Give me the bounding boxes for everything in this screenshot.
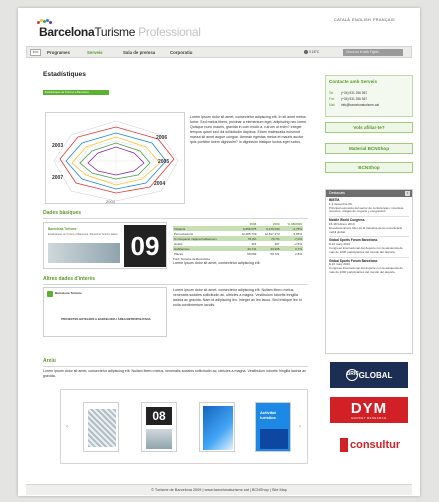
archive-thumb-number: 08 [146,407,172,425]
dym-logo-text: DYM [350,399,388,417]
contact-title: Contacte amb Serveis [329,79,377,84]
afiliar-button[interactable]: Vols afiliar-te? [325,122,413,133]
archive-item-1[interactable] [83,402,119,452]
table-cell: 2,8% [280,251,303,256]
news-item-text: Congreso internacional del deporte con l… [329,266,403,274]
home-button[interactable]: Inici [30,49,41,56]
section-dades-title: Dades bàsiques [43,210,82,216]
news-item-text: El esdeveniment líder de la industria de… [329,225,403,234]
dades-thumb-image [48,243,120,263]
chart-label-right-1: 2006 [156,135,167,141]
divider [43,366,308,367]
brand-mark-icon [47,291,53,297]
category-tag[interactable]: Estadístiques de Turisme a Barcelona [43,90,109,95]
logo-text-bold: Barcelona [39,25,95,39]
news-item-text: Principal exposició del sector de confer… [329,205,405,214]
material-bcnshop-button[interactable]: Material BCNShop [325,143,413,154]
gallery-next-arrow[interactable]: › [299,424,301,430]
consultur-mark-icon [340,438,348,452]
news-item[interactable]: BIBTM. 1-3 desembre 09. Principal exposi… [326,197,412,218]
table-cell: Places [173,251,235,256]
altres-thumb-heading: PROJECTES HOTELERS A BARCELONA I ÀREA ME… [61,317,151,321]
archive-gallery: ‹ › 08 Activitat turística [60,389,308,464]
dades-thumb-number: 09 [124,225,166,267]
news-title: Destacats [329,191,345,195]
section-arxiu-title: Arxiu [43,358,56,364]
news-item[interactable]: Global Sports Forum Barcelona. 8-10 març… [326,237,412,258]
chart-label-right-2: 2005 [158,159,169,165]
nav-serveis[interactable]: Serveis [87,50,103,55]
arxiu-paragraph: Lorem ipsum dolor sit amet, consectetur … [43,369,307,378]
table-cell: 59.721 [257,251,281,256]
archive-cover-image [146,429,172,449]
dym-banner[interactable]: DYM MARKET RESEARCH [330,397,408,423]
consultur-banner[interactable]: consultur [330,432,408,458]
dym-subtitle: MARKET RESEARCH [351,415,387,420]
bcnshop-button[interactable]: BCNShop [325,162,413,173]
dades-table: 2008 2009 % 08/2009 Visitants 6.659.075 6.… [173,221,303,261]
contact-mail-link[interactable]: info@barcelonaturisme.cat [341,103,379,107]
news-item[interactable]: Mobile World Congress 15-18 febrero 2010… [326,217,412,238]
page-title: Estadístiques [43,71,86,78]
archive-item-3[interactable] [199,402,235,452]
logo-text-faded: Professional [138,25,201,39]
contact-box: Contacte amb Serveis Tel. (+34) 931 256 … [325,75,413,117]
altres-thumb-brand: Barcelona Turisme [55,291,82,295]
main-nav: Inici Programes Serveis Sala de premsa C… [26,46,412,58]
contact-tel: (+34) 931 256 567 [341,91,368,95]
archive-item-2[interactable]: 08 [141,402,177,452]
gallery-prev-arrow[interactable]: ‹ [66,424,68,430]
logo-text-thin: Turisme [94,25,136,39]
section-altres-title: Altres dades d'interès [43,276,96,282]
chart-label-left-2: 2007 [52,175,63,181]
chart-label-left-1: 2003 [52,143,63,149]
sun-icon [304,50,308,55]
weather-widget: 3 18°C [304,50,320,55]
lang-english-link[interactable]: ENGLISH [352,17,371,22]
site-logo[interactable]: BarcelonaTurisme Professional [39,25,201,39]
news-header: Destacats x [326,190,412,197]
news-item[interactable]: Global Sports Forum Barcelona. 8-10 març… [326,258,412,275]
bric-global-text: GLOBAL [358,370,393,380]
news-panel: Destacats x BIBTM. 1-3 desembre 09. Prin… [325,189,413,354]
divider [43,284,308,285]
lang-catala-link[interactable]: CATALÀ [334,17,350,22]
contact-fax: (+34) 931 256 567 [341,97,368,101]
consultur-logo-text: consultur [350,439,401,451]
nav-corporatiu[interactable]: Corporatiu [170,50,192,55]
dades-thumb-subtitle: Estadístiques de Turisme a Barcelona i B… [48,233,118,236]
dades-thumb-title: Barcelona Turisme [48,227,77,231]
bric-global-banner[interactable]: BRIC GLOBAL [330,362,408,388]
search-input[interactable]: Cerca en el web Fights [343,49,403,56]
news-close-button[interactable]: x [405,191,410,196]
dades-thumbnail[interactable]: Barcelona Turisme Estadístiques de Turis… [43,222,167,269]
table-cell: 58.069 [234,251,258,256]
archive-cover-image [260,429,288,449]
lang-francais-link[interactable]: FRANÇAIS [373,17,395,22]
nav-sala-premsa[interactable]: Sala de premsa [123,50,155,55]
dades-caption: Lorem ipsum dolor sit amet, consectetur … [173,261,261,265]
news-item-text: Congreso internacional del deporte con l… [329,245,403,254]
stats-radar-graphic: 2006 2005 2004 2003 2007 2004 [45,112,185,204]
divider [43,218,308,219]
weather-text: 3 18°C [308,50,320,54]
archive-thumb-title: Activitat turística [260,410,276,420]
archive-cover-image [88,409,116,447]
globe-icon: BRIC [345,369,359,381]
intro-paragraph: Lorem ipsum dolor sit amet, consectetur … [190,115,308,144]
contact-tel-label: Tel. [329,91,334,95]
contact-fax-label: Fax [329,97,335,101]
archive-cover-image [203,406,233,450]
archive-item-4[interactable]: Activitat turística [255,402,291,452]
table-row: Places 58.069 59.721 2,8% [173,251,303,256]
page-container: CATALÀ ENGLISH FRANÇAIS BarcelonaTurisme… [18,8,420,496]
altres-paragraph: Lorem ipsum dolor sit amet, consectetur … [173,288,302,307]
chart-label-bottom: 2004 [106,199,116,204]
altres-thumbnail[interactable]: Barcelona Turisme PROJECTES HOTELERS A B… [43,287,167,337]
nav-programes[interactable]: Programes [47,50,70,55]
contact-mail-label: Mail [329,103,335,107]
radar-graphic-svg: 2006 2005 2004 2003 2007 2004 [52,120,179,204]
chart-label-right-3: 2004 [154,181,165,187]
footer: © Turisme de Barcelona 2009 | www.barcel… [26,484,412,495]
